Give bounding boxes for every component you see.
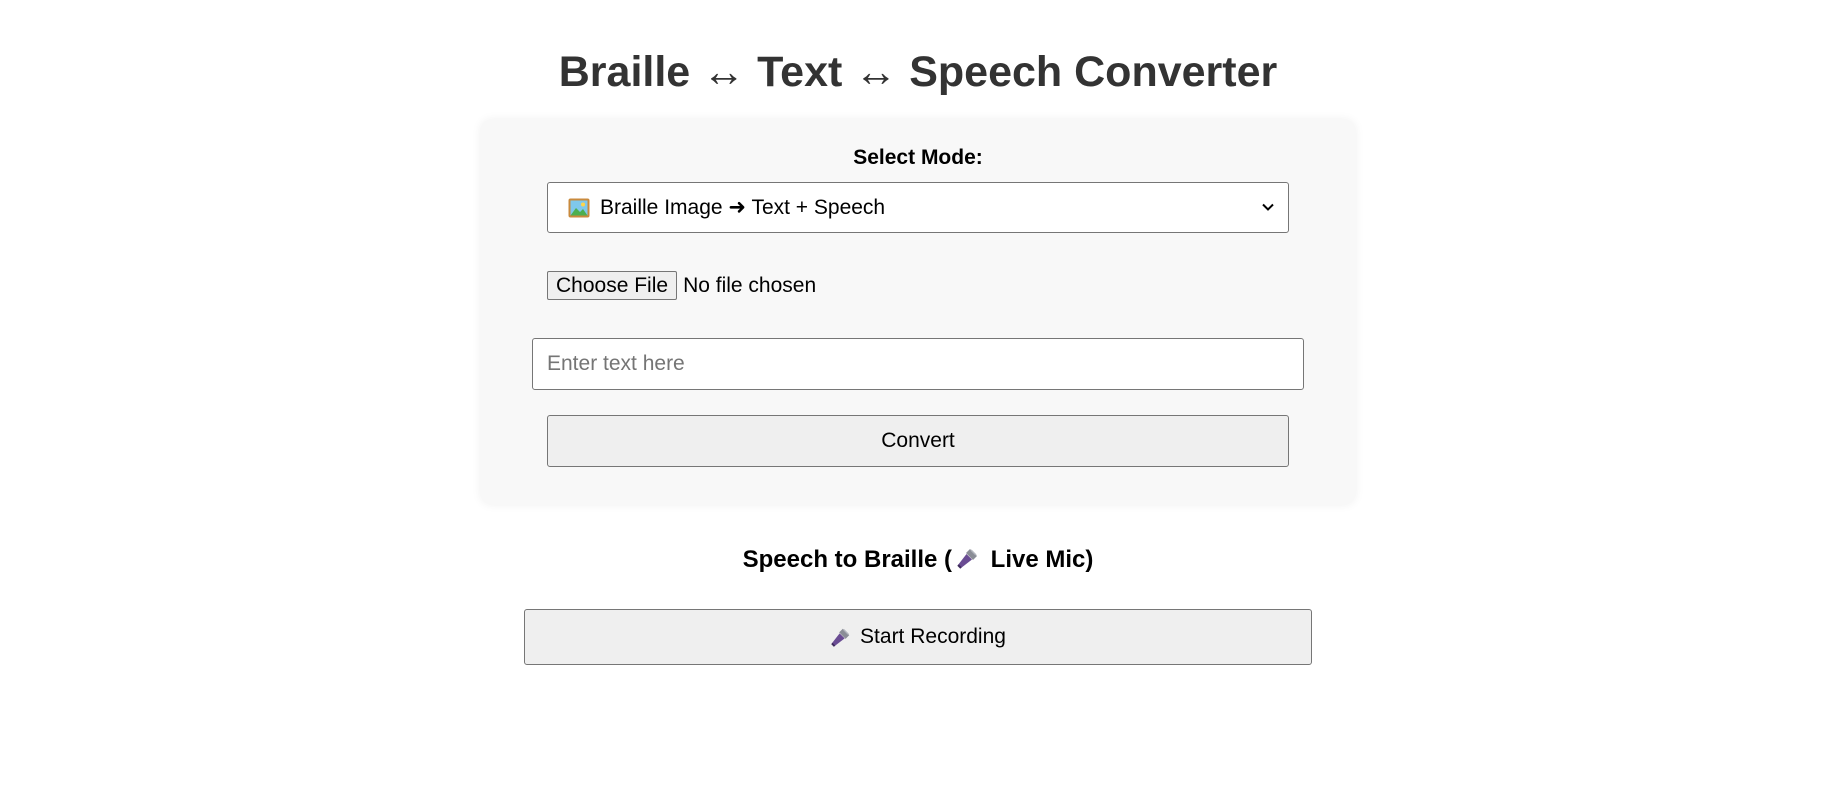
mode-select[interactable]: Braille Image ➜ Text + Speech [547, 182, 1289, 233]
text-input[interactable] [532, 338, 1304, 390]
file-status: No file chosen [683, 273, 817, 297]
microphone-icon [957, 549, 978, 569]
mode-select-value: Braille Image ➜ Text + Speech [600, 196, 886, 219]
page-title: Braille ↔ Text ↔ Speech Converter [558, 48, 1278, 96]
convert-button[interactable]: Convert [547, 415, 1289, 467]
chevron-down-icon [1262, 203, 1274, 211]
picture-icon [568, 198, 590, 217]
file-upload: Choose File No file chosen [547, 271, 816, 300]
choose-file-button[interactable]: Choose File [547, 271, 678, 300]
page: Braille ↔ Text ↔ Speech Converter Select… [0, 0, 1840, 785]
speech-title-suffix: Live Mic) [984, 546, 1094, 573]
mode-label: Select Mode: [853, 146, 983, 169]
microphone-icon [831, 628, 850, 647]
speech-section-title: Speech to Braille ( Live Mic) [0, 545, 1836, 575]
start-recording-label: Start Recording [860, 625, 1006, 648]
start-recording-button[interactable]: Start Recording [524, 609, 1312, 665]
speech-title-prefix: Speech to Braille ( [742, 546, 953, 573]
